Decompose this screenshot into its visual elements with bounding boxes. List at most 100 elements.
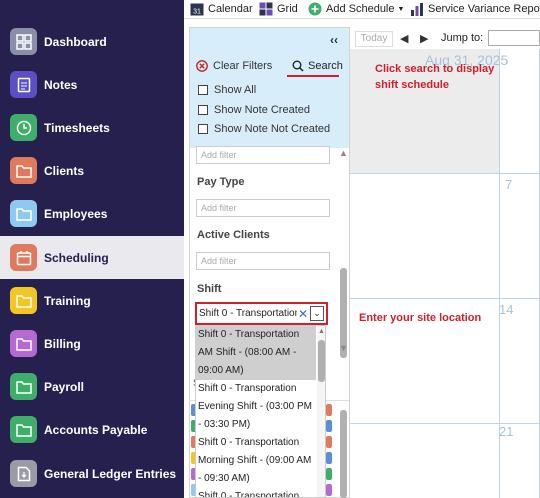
dropdown-option[interactable]: Shift 0 - Transportation — [196, 488, 316, 498]
checkbox-box[interactable] — [198, 105, 208, 115]
clear-icon — [196, 60, 208, 72]
dropdown-option[interactable]: Shift 0 - Transportation AM Shift - (08:… — [196, 326, 316, 380]
calendar-day-cell[interactable] — [350, 424, 500, 498]
dropdown-scrollbar[interactable]: ▲ — [317, 326, 325, 497]
sidebar-item-label: Billing — [44, 336, 81, 351]
option-line: Evening Shift - (03:00 PM — [198, 401, 312, 412]
calendar-view-button[interactable]: 31 Calendar — [190, 1, 253, 17]
sidebar-item-label: Clients — [44, 163, 85, 178]
pay-type-label: Pay Type — [197, 176, 245, 188]
scroll-up-arrow[interactable]: ▲ — [318, 328, 325, 335]
search-button[interactable]: Search — [292, 60, 343, 72]
shift-label: Shift — [197, 283, 222, 295]
checkbox-box[interactable] — [198, 124, 208, 134]
filter-panel-header: ‹‹ Clear Filters Search Show All Show No… — [190, 28, 349, 148]
shift-dropdown-list: Shift 0 - Transportation AM Shift - (08:… — [195, 325, 326, 498]
top-toolbar: 31 Calendar Grid Add Schedule ▼ Service … — [184, 0, 540, 19]
calendar-day-cell[interactable] — [500, 299, 540, 424]
active-clients-filter-input[interactable]: Add filter — [196, 252, 330, 270]
folder-icon — [10, 373, 37, 400]
show-note-not-created-label: Show Note Not Created — [214, 123, 331, 135]
sidebar-item-label: Dashboard — [44, 34, 107, 49]
sidebar-item-employees[interactable]: Employees — [0, 192, 184, 235]
dashboard-icon — [10, 28, 37, 55]
legend-chip — [326, 404, 332, 416]
next-arrow-icon[interactable]: ▶ — [420, 32, 428, 45]
show-all-label: Show All — [214, 84, 257, 96]
notes-icon — [10, 71, 37, 98]
sidebar-item-accounts-payable[interactable]: Accounts Payable — [0, 408, 184, 451]
folder-icon — [10, 200, 37, 227]
jump-to-input[interactable] — [488, 30, 540, 46]
clear-selection-icon[interactable]: ✕ — [298, 307, 308, 321]
chevron-down-icon[interactable]: ⌄ — [310, 306, 324, 321]
scroll-up-arrow[interactable]: ▲ — [339, 148, 348, 158]
option-line: 09:00 AM) — [198, 365, 244, 376]
legend-scrollbar[interactable] — [340, 410, 347, 498]
search-label: Search — [308, 60, 343, 72]
option-line: AM Shift - (08:00 AM - — [198, 347, 297, 358]
plus-icon — [308, 2, 322, 16]
svg-text:31: 31 — [193, 9, 201, 16]
sidebar-item-general-ledger[interactable]: General Ledger Entries — [0, 452, 184, 495]
service-variance-report-button[interactable]: Service Variance Repor — [410, 1, 540, 17]
search-annotation: Click search to display shift schedule — [375, 61, 494, 93]
sidebar-item-label: Timesheets — [44, 120, 110, 135]
dropdown-scroll-thumb[interactable] — [318, 340, 325, 382]
sidebar-item-label: Scheduling — [44, 250, 109, 265]
sidebar-item-scheduling[interactable]: Scheduling — [0, 236, 184, 279]
option-line: Shift 0 - Transportation — [198, 329, 300, 340]
site-annotation: Enter your site location — [359, 312, 482, 324]
clock-icon — [10, 114, 37, 141]
scroll-down-arrow[interactable]: ▼ — [339, 343, 348, 353]
search-underline — [287, 75, 339, 77]
folder-icon — [10, 416, 37, 443]
option-line: Morning Shift - (09:00 AM — [198, 455, 312, 466]
dropdown-option[interactable]: Shift 0 - Transportation Morning Shift -… — [196, 434, 316, 488]
checkbox-box[interactable] — [198, 85, 208, 95]
option-line: - 03:30 PM) — [198, 419, 251, 430]
add-schedule-button[interactable]: Add Schedule ▼ — [308, 1, 404, 17]
sidebar-item-label: Notes — [44, 77, 78, 92]
pay-type-filter-input[interactable]: Add filter — [196, 199, 330, 217]
sidebar-item-dashboard[interactable]: Dashboard — [0, 20, 184, 63]
add-schedule-label: Add Schedule — [326, 3, 395, 15]
filter-input[interactable]: Add filter — [196, 146, 330, 164]
option-line: Shift 0 - Transportation — [198, 491, 300, 498]
show-note-not-created-checkbox[interactable]: Show Note Not Created — [198, 123, 330, 135]
sidebar-item-payroll[interactable]: Payroll — [0, 365, 184, 408]
day-number: 21 — [499, 424, 514, 439]
calendar-view-label: Calendar — [208, 3, 253, 15]
calendar-day-cell[interactable] — [350, 174, 500, 299]
option-line: Shift 0 - Transportation — [198, 437, 300, 448]
dropdown-option[interactable]: Shift 0 - Transporation Evening Shift - … — [196, 380, 316, 434]
shift-select[interactable]: Shift 0 - Transportation ✕ ⌄ — [195, 302, 328, 325]
grid-view-button[interactable]: Grid — [259, 1, 298, 17]
show-note-created-checkbox[interactable]: Show Note Created — [198, 104, 310, 116]
today-button[interactable]: Today — [355, 31, 393, 47]
sidebar-item-billing[interactable]: Billing — [0, 322, 184, 365]
prev-arrow-icon[interactable]: ◀ — [400, 32, 408, 45]
calendar-day-cell[interactable] — [500, 174, 540, 299]
sidebar-item-notes[interactable]: Notes — [0, 63, 184, 106]
legend-chip — [326, 436, 332, 448]
search-icon — [292, 60, 304, 72]
collapse-panel-button[interactable]: ‹‹ — [330, 33, 338, 47]
sidebar-item-training[interactable]: Training — [0, 279, 184, 322]
sidebar-item-timesheets[interactable]: Timesheets — [0, 106, 184, 149]
day-number: 14 — [499, 302, 514, 317]
clear-filters-button[interactable]: Clear Filters — [196, 60, 272, 72]
legend-chip — [326, 484, 332, 496]
shift-select-value: Shift 0 - Transportation — [199, 308, 297, 319]
sidebar-item-label: General Ledger Entries — [44, 466, 177, 481]
calendar-icon: 31 — [190, 3, 204, 16]
calendar-icon — [10, 244, 37, 271]
option-line: Shift 0 - Transporation — [198, 383, 297, 394]
clear-filters-label: Clear Filters — [213, 60, 273, 72]
show-all-checkbox[interactable]: Show All — [198, 84, 256, 96]
legend-chip — [326, 452, 332, 464]
sidebar-item-clients[interactable]: Clients — [0, 149, 184, 192]
legend-chip — [326, 420, 332, 432]
grid-icon — [259, 2, 273, 16]
sidebar: Dashboard Notes Timesheets Clients Emplo… — [0, 0, 184, 498]
